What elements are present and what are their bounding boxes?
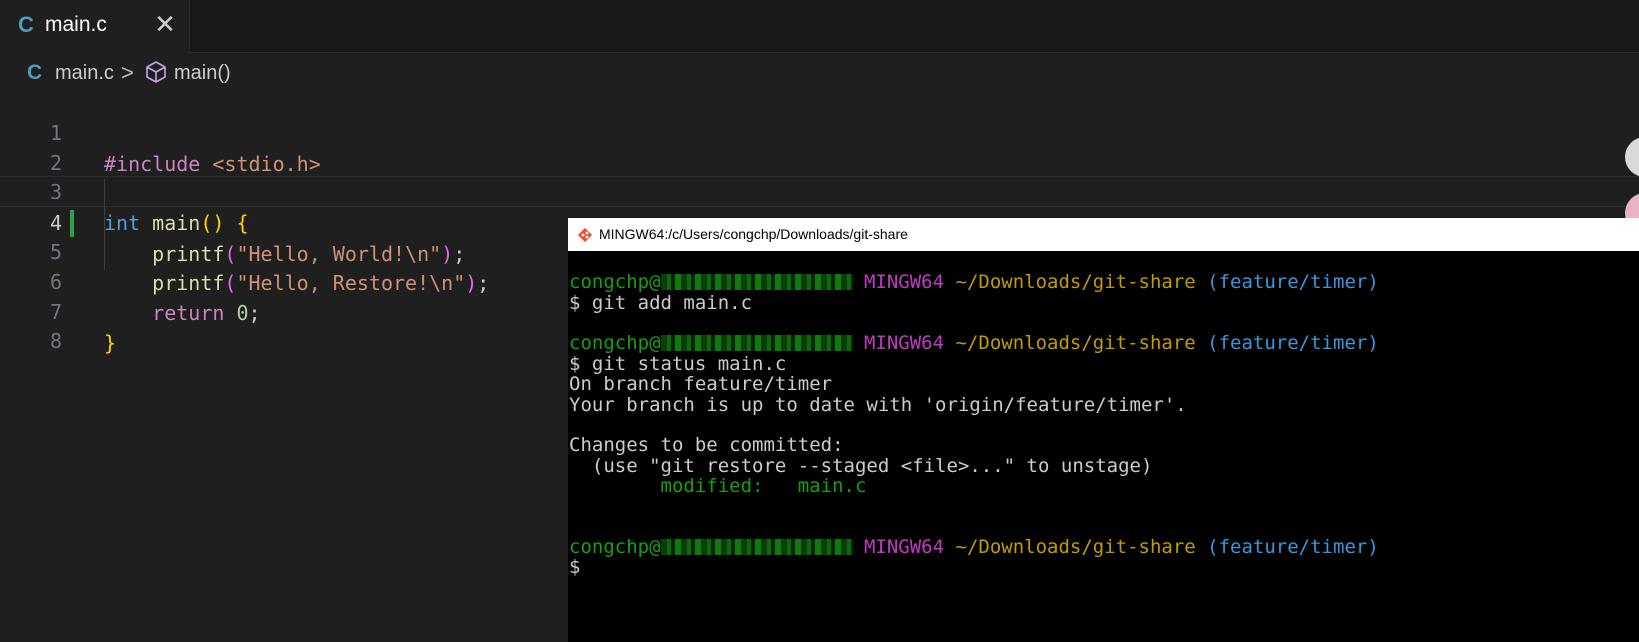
terminal-output[interactable]: congchp@ MINGW64 ~/Downloads/git-share (… (568, 251, 1639, 642)
breadcrumb-file[interactable]: main.c (55, 62, 114, 85)
terminal-output-line: (use "git restore --staged <file>..." to… (569, 455, 1153, 477)
modified-label: modified: (660, 475, 764, 497)
code-line-2[interactable]: 2 (0, 117, 1639, 175)
terminal-output-line: Your branch is up to date with 'origin/f… (569, 394, 1187, 416)
prompt-user: congchp@ (569, 332, 661, 354)
terminal-prompt-line: congchp@ MINGW64 ~/Downloads/git-share (… (569, 536, 1379, 558)
modified-file: main.c (797, 475, 867, 497)
terminal-command: $ git status main.c (569, 353, 787, 375)
redacted-host (660, 274, 853, 290)
redacted-host (660, 539, 853, 555)
terminal-output-line: Changes to be committed: (569, 434, 844, 456)
code-line-1[interactable]: 1 #include <stdio.h> (0, 87, 1639, 176)
prompt-env: MINGW64 (863, 332, 945, 354)
terminal-command: $ git add main.c (569, 292, 753, 314)
code-line-3[interactable]: 3 int main() { (0, 146, 1639, 235)
close-icon[interactable]: ✕ (152, 9, 178, 39)
code-line-4[interactable]: 4 printf("Hello, World!\n"); (0, 176, 1639, 266)
prompt-user: congchp@ (569, 536, 661, 558)
tab-bar: C main.c ✕ (0, 0, 1639, 53)
git-logo-icon (577, 227, 593, 243)
c-file-icon: C (27, 61, 43, 84)
terminal-titlebar[interactable]: MINGW64:/c/Users/congchp/Downloads/git-s… (568, 218, 1639, 251)
terminal-prompt-line: congchp@ MINGW64 ~/Downloads/git-share (… (569, 332, 1379, 354)
breadcrumb-symbol[interactable]: main() (174, 62, 231, 85)
token-brace: } (104, 331, 117, 355)
prompt-env: MINGW64 (863, 271, 945, 293)
prompt-user: congchp@ (569, 271, 661, 293)
terminal-output-line: On branch feature/timer (569, 373, 833, 395)
prompt-path: ~/Downloads/git-share (955, 536, 1196, 558)
terminal-window[interactable]: MINGW64:/c/Users/congchp/Downloads/git-s… (568, 218, 1639, 642)
terminal-cursor-line[interactable]: $ (569, 556, 580, 578)
prompt-branch: (feature/timer) (1207, 536, 1379, 558)
chevron-right-icon: > (121, 60, 134, 85)
terminal-modified-line: modified: main.c (569, 475, 867, 497)
terminal-title: MINGW64:/c/Users/congchp/Downloads/git-s… (599, 226, 908, 242)
prompt-path: ~/Downloads/git-share (955, 332, 1196, 354)
prompt-path: ~/Downloads/git-share (955, 271, 1196, 293)
breadcrumb: C main.c > main() (0, 56, 700, 90)
redacted-host (660, 335, 853, 351)
cube-icon (146, 61, 166, 83)
tab-main-c[interactable]: C main.c ✕ (0, 0, 190, 53)
tab-label: main.c (45, 13, 107, 36)
prompt-env: MINGW64 (863, 536, 945, 558)
line-number: 8 (49, 329, 62, 353)
prompt-branch: (feature/timer) (1207, 332, 1379, 354)
prompt-branch: (feature/timer) (1207, 271, 1379, 293)
c-file-icon: C (18, 12, 34, 37)
terminal-prompt-line: congchp@ MINGW64 ~/Downloads/git-share (… (569, 271, 1379, 293)
